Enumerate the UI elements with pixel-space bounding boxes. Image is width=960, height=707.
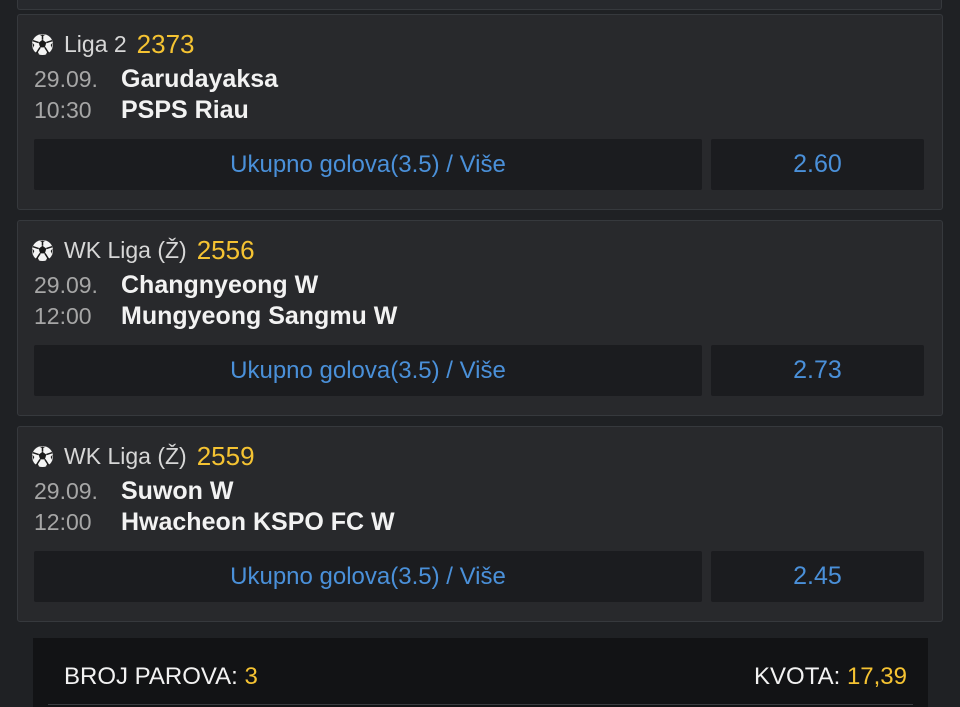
match-date: 29.09. bbox=[34, 478, 98, 504]
odds-button[interactable]: 2.60 bbox=[711, 139, 924, 190]
away-team: Mungyeong Sangmu W bbox=[121, 302, 398, 330]
divider bbox=[48, 704, 913, 705]
odds-value: 2.60 bbox=[793, 150, 842, 178]
match-card: Liga 2 2373 29.09. 10:30 Garudayaksa PSP… bbox=[17, 14, 943, 210]
league-name: WK Liga (Ž) bbox=[64, 236, 187, 263]
home-team: Suwon W bbox=[121, 477, 234, 505]
total-odds-label: KVOTA: bbox=[754, 663, 841, 690]
home-team: Changnyeong W bbox=[121, 271, 319, 299]
previous-card-edge bbox=[17, 0, 942, 10]
pairs-value: 3 bbox=[244, 663, 258, 690]
bet-selection-button[interactable]: Ukupno golova(3.5) / Više bbox=[34, 551, 702, 602]
bet-selection-label: Ukupno golova(3.5) / Više bbox=[230, 562, 506, 590]
odds-button[interactable]: 2.73 bbox=[711, 345, 924, 396]
league-row: WK Liga (Ž) 2556 bbox=[31, 235, 255, 265]
league-row: Liga 2 2373 bbox=[31, 29, 195, 59]
match-code: 2373 bbox=[136, 28, 195, 59]
bet-selection-label: Ukupno golova(3.5) / Više bbox=[230, 150, 506, 178]
league-name: WK Liga (Ž) bbox=[64, 442, 187, 469]
league-row: WK Liga (Ž) 2559 bbox=[31, 441, 255, 471]
match-card: WK Liga (Ž) 2556 29.09. 12:00 Changnyeon… bbox=[17, 220, 943, 416]
home-team: Garudayaksa bbox=[121, 65, 279, 93]
soccer-ball-icon bbox=[31, 33, 54, 55]
away-team: PSPS Riau bbox=[121, 96, 249, 124]
pairs-count: BROJ PAROVA: 3 bbox=[64, 663, 258, 691]
pairs-label: BROJ PAROVA: bbox=[64, 663, 238, 690]
match-card: WK Liga (Ž) 2559 29.09. 12:00 Suwon W Hw… bbox=[17, 426, 943, 622]
odds-value: 2.45 bbox=[793, 562, 842, 590]
ticket-screen: Liga 2 2373 29.09. 10:30 Garudayaksa PSP… bbox=[0, 0, 960, 707]
match-code: 2559 bbox=[196, 440, 255, 471]
away-team: Hwacheon KSPO FC W bbox=[121, 508, 395, 536]
bet-selection-label: Ukupno golova(3.5) / Više bbox=[230, 356, 506, 384]
ticket-summary: BROJ PAROVA: 3 KVOTA: 17,39 bbox=[33, 638, 928, 707]
total-odds-value: 17,39 bbox=[846, 663, 907, 690]
match-code: 2556 bbox=[196, 234, 255, 265]
bet-selection-button[interactable]: Ukupno golova(3.5) / Više bbox=[34, 345, 702, 396]
match-time: 12:00 bbox=[34, 509, 92, 535]
odds-button[interactable]: 2.45 bbox=[711, 551, 924, 602]
match-date: 29.09. bbox=[34, 66, 98, 92]
league-name: Liga 2 bbox=[64, 30, 127, 57]
match-date: 29.09. bbox=[34, 272, 98, 298]
total-odds: KVOTA: 17,39 bbox=[754, 663, 907, 691]
bet-selection-button[interactable]: Ukupno golova(3.5) / Više bbox=[34, 139, 702, 190]
match-time: 12:00 bbox=[34, 303, 92, 329]
match-time: 10:30 bbox=[34, 97, 92, 123]
odds-value: 2.73 bbox=[793, 356, 842, 384]
soccer-ball-icon bbox=[31, 239, 54, 261]
soccer-ball-icon bbox=[31, 445, 54, 467]
